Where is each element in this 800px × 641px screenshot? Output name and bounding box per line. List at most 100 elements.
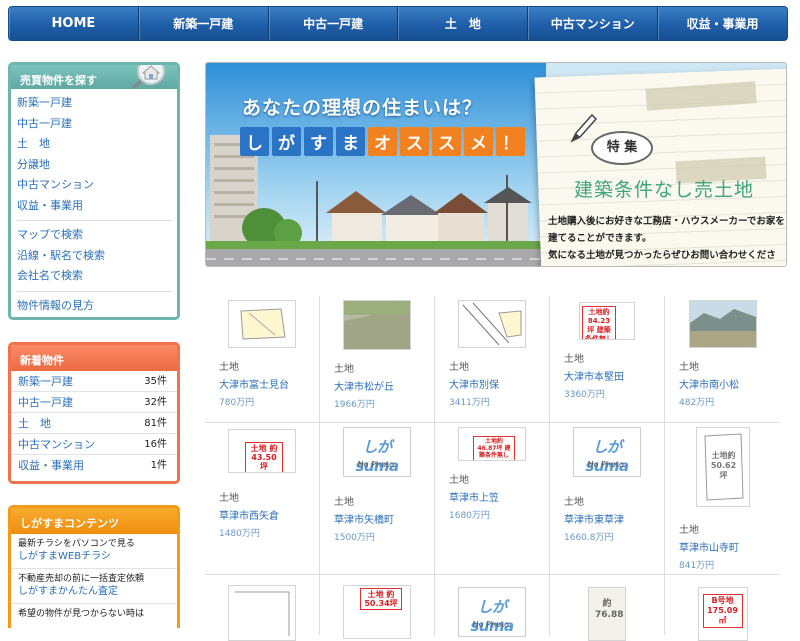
listing-guide-link[interactable]: 物件情報の見方 xyxy=(17,296,177,317)
property-grid: 土地 大津市富士見台 780万円 土地 大津市松が丘 1966万円 土地 大津市… xyxy=(205,296,780,641)
property-price: 1480万円 xyxy=(219,529,260,539)
property-thumbnail[interactable]: 土地 約43.50坪 xyxy=(228,429,296,473)
no-photo-placeholder[interactable]: しがsuma No Photo. xyxy=(573,427,641,477)
property-row: 土地 大津市富士見台 780万円 土地 大津市松が丘 1966万円 土地 大津市… xyxy=(205,296,780,423)
new-listing-count: 32件 xyxy=(144,397,167,408)
nav-land[interactable]: 土 地 xyxy=(398,7,529,40)
property-type: 土地 xyxy=(449,362,469,373)
search-land-link[interactable]: 土 地 xyxy=(17,134,177,155)
property-price: 841万円 xyxy=(679,561,715,571)
property-card[interactable]: 土地 大津市別保 3411万円 xyxy=(435,296,550,422)
property-search-box: 売買物件を探す 新築一戸建 中古一戸建 土 地 分譲地 中古マンション 収益・事… xyxy=(8,62,180,320)
search-subdivision-link[interactable]: 分譲地 xyxy=(17,155,177,176)
nav-home[interactable]: HOME xyxy=(9,7,139,40)
new-listing-row[interactable]: 土 地 81件 xyxy=(11,413,177,434)
new-listing-label[interactable]: 中古一戸建 xyxy=(18,392,73,412)
new-listing-row[interactable]: 中古一戸建 32件 xyxy=(11,392,177,413)
property-type: 土地 xyxy=(334,497,354,508)
no-photo-placeholder[interactable]: しがsuma No Photo. xyxy=(458,587,526,637)
plan-label: 土地 約43.50坪 xyxy=(245,442,283,472)
search-by-station-link[interactable]: 沿線・駅名で検索 xyxy=(17,246,177,267)
property-location[interactable]: 大津市本堅田 xyxy=(564,368,650,383)
property-location[interactable]: 大津市松が丘 xyxy=(334,378,420,393)
search-by-company-link[interactable]: 会社名で検索 xyxy=(17,266,177,287)
new-listing-label[interactable]: 土 地 xyxy=(18,413,51,433)
new-listing-count: 81件 xyxy=(144,418,167,429)
search-commercial-link[interactable]: 収益・事業用 xyxy=(17,196,177,217)
plan-label: 土地約 50.62坪 xyxy=(710,451,737,480)
property-card[interactable]: 土地 大津市南小松 482万円 xyxy=(665,296,780,422)
property-thumbnail[interactable] xyxy=(228,585,296,641)
new-listing-label[interactable]: 新築一戸建 xyxy=(18,371,73,391)
content-item-caption: 希望の物件が見つからない時は xyxy=(18,609,145,619)
property-card[interactable]: しがsuma No Photo. 土地 草津市東草津 1660.8万円 xyxy=(550,423,665,574)
search-new-house-link[interactable]: 新築一戸建 xyxy=(17,93,177,114)
property-type: 土地 xyxy=(219,362,239,373)
search-used-house-link[interactable]: 中古一戸建 xyxy=(17,114,177,135)
property-card[interactable] xyxy=(205,575,320,641)
tagline-tile: す xyxy=(304,127,333,156)
property-thumbnail[interactable]: 約 76.88 xyxy=(588,587,626,641)
new-listing-row[interactable]: 新築一戸建 35件 xyxy=(11,371,177,392)
property-card[interactable]: 土地約46.87坪 建築条件無し 土地 草津市上笠 1680万円 xyxy=(435,423,550,574)
property-row: 土地 約50.34坪 しがsuma No Photo. 約 76.88 B号地 … xyxy=(205,575,780,641)
search-used-mansion-link[interactable]: 中古マンション xyxy=(17,175,177,196)
plan-label: 土地約46.87坪 建築条件無し xyxy=(473,436,515,460)
search-method-list: マップで検索 沿線・駅名で検索 会社名で検索 xyxy=(11,225,177,287)
property-card[interactable]: 土地 約50.34坪 xyxy=(320,575,435,639)
property-thumbnail[interactable] xyxy=(343,300,411,350)
feature-banner[interactable]: あなたの理想の住まいは？ し が す ま オ ス ス メ ！ 特 集 建築条件な… xyxy=(205,62,787,267)
property-location[interactable]: 草津市上笠 xyxy=(449,489,535,504)
divider xyxy=(17,290,171,292)
property-location[interactable]: 草津市東草津 xyxy=(564,511,650,526)
shigasuma-logo: しがsuma xyxy=(470,598,514,635)
property-card[interactable]: 土地約 50.62坪 土地 草津市山寺町 841万円 xyxy=(665,423,780,574)
property-card[interactable]: 約 76.88 xyxy=(550,575,665,641)
property-card[interactable]: B号地 175.09㎡ xyxy=(665,575,780,641)
property-type: 土地 xyxy=(449,475,469,486)
property-thumbnail[interactable]: 土地約84.23坪 建築条件無し 更地 xyxy=(579,302,635,340)
property-thumbnail[interactable]: B号地 175.09㎡ xyxy=(697,587,748,641)
easy-appraisal-link[interactable]: しがすまかんたん査定 xyxy=(18,585,171,599)
property-location[interactable]: 草津市矢橋町 xyxy=(334,511,420,526)
nav-new-house[interactable]: 新築一戸建 xyxy=(139,7,269,40)
property-thumbnail[interactable] xyxy=(688,300,757,348)
property-card[interactable]: しがsuma No Photo. 土地 草津市矢橋町 1500万円 xyxy=(320,423,435,574)
property-location[interactable]: 草津市西矢倉 xyxy=(219,507,305,522)
new-listing-count: 1件 xyxy=(150,460,167,471)
property-card[interactable]: しがsuma No Photo. xyxy=(435,575,550,637)
property-location[interactable]: 大津市富士見台 xyxy=(219,376,305,391)
nav-commercial[interactable]: 収益・事業用 xyxy=(658,7,787,40)
nav-used-mansion[interactable]: 中古マンション xyxy=(528,7,659,40)
property-card[interactable]: 土地約84.23坪 建築条件無し 更地 土地 大津市本堅田 3360万円 xyxy=(550,296,665,422)
tagline-tile: が xyxy=(272,127,301,156)
search-by-map-link[interactable]: マップで検索 xyxy=(17,225,177,246)
new-listing-count: 35件 xyxy=(144,376,167,387)
property-type: 土地 xyxy=(334,364,354,375)
no-photo-placeholder[interactable]: しがsuma No Photo. xyxy=(343,427,411,477)
property-card[interactable]: 土地 大津市松が丘 1966万円 xyxy=(320,296,435,422)
property-location[interactable]: 草津市山寺町 xyxy=(679,539,766,554)
banner-tagline: し が す ま オ ス ス メ ！ xyxy=(240,127,525,156)
property-thumbnail[interactable]: 土地約 50.62坪 xyxy=(695,427,750,507)
property-location[interactable]: 大津市南小松 xyxy=(679,376,766,391)
property-price: 1966万円 xyxy=(334,400,375,410)
property-thumbnail[interactable]: 土地約46.87坪 建築条件無し xyxy=(458,427,526,461)
property-thumbnail[interactable] xyxy=(228,300,296,348)
property-thumbnail[interactable] xyxy=(458,300,526,348)
feature-description: 土地購入後にお好きな工務店・ハウスメーカーでお家を 建てることができます。 気に… xyxy=(548,216,785,261)
new-listing-label[interactable]: 中古マンション xyxy=(18,434,95,454)
nav-used-house[interactable]: 中古一戸建 xyxy=(269,7,399,40)
web-flyer-link[interactable]: しがすまWEBチラシ xyxy=(18,550,171,564)
property-price: 1680万円 xyxy=(449,511,490,521)
property-price: 482万円 xyxy=(679,398,715,408)
new-listing-row[interactable]: 中古マンション 16件 xyxy=(11,434,177,455)
property-card[interactable]: 土地 約43.50坪 土地 草津市西矢倉 1480万円 xyxy=(205,423,320,574)
new-listing-row[interactable]: 収益・事業用 1件 xyxy=(11,455,177,476)
property-location[interactable]: 大津市別保 xyxy=(449,376,535,391)
property-card[interactable]: 土地 大津市富士見台 780万円 xyxy=(205,296,320,422)
property-thumbnail[interactable]: 土地 約50.34坪 xyxy=(343,585,411,639)
site-plan-image xyxy=(240,308,286,340)
new-listing-label[interactable]: 収益・事業用 xyxy=(18,455,84,476)
no-photo-text: No Photo. xyxy=(587,460,627,469)
